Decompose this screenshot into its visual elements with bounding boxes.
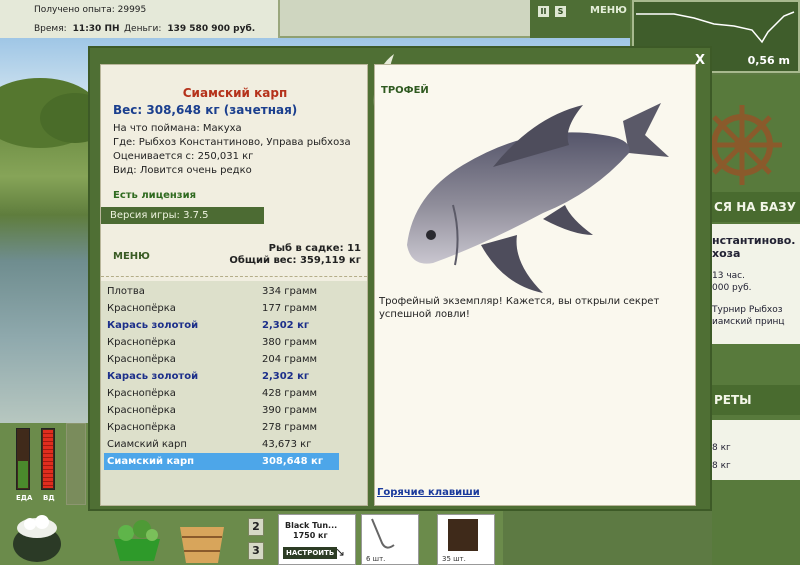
trophy-text: Трофейный экземпляр! Кажется, вы открыли… — [379, 296, 660, 320]
value-detail: Оценивается с: 250,031 кг — [113, 151, 254, 162]
catch-fish-name: Плотва — [107, 286, 145, 297]
lure-name: Black Tun... — [285, 521, 338, 530]
bucket-slot[interactable] — [172, 511, 234, 565]
right-side-panel: СЯ НА БАЗУ нстантиново. хоза 13 час. 000… — [712, 75, 800, 565]
catch-fish-name: Карась золотой — [107, 320, 199, 331]
catch-row[interactable]: Карась золотой 2,302 кг — [104, 317, 339, 334]
hook-slot[interactable]: 6 шт. — [361, 514, 419, 565]
catch-fish-weight: 2,302 кг — [262, 371, 310, 382]
catch-fish-weight: 308,648 кг — [262, 456, 324, 467]
slot-number-2[interactable]: 2 — [248, 518, 264, 536]
trophy-panel: ТРОФЕЙ Трофейный экземпляр! Кажется, вы … — [374, 64, 696, 506]
catch-fish-weight: 380 грамм — [262, 337, 318, 348]
game-controls: II S МЕНЮ — [530, 0, 630, 38]
fish-info-panel: Сиамский карп Вес: 308,648 кг (зачетная)… — [100, 64, 368, 506]
bait-icon — [448, 519, 478, 551]
time-value: 11:30 ПН — [72, 24, 120, 34]
top-status-bar: Получено опыта: 29995 Время: 11:30 ПН Ден… — [0, 0, 630, 38]
catch-row[interactable]: Краснопёрка 380 грамм — [104, 334, 339, 351]
catch-fish-name: Краснопёрка — [107, 354, 176, 365]
hook-icon — [371, 518, 395, 549]
catch-row[interactable]: Краснопёрка 177 грамм — [104, 300, 339, 317]
catch-row[interactable]: Карась золотой 2,302 кг — [104, 368, 339, 385]
cauldron-icon[interactable] — [6, 506, 68, 565]
catch-row[interactable]: Краснопёрка 204 грамм — [104, 351, 339, 368]
catch-fish-weight: 2,302 кг — [262, 320, 310, 331]
close-button[interactable]: X — [695, 53, 705, 68]
lure-weight: 1750 кг — [293, 531, 328, 540]
catch-list: Плотва 334 грамм Краснопёрка 177 грамм Карас… — [101, 281, 367, 505]
catch-fish-weight: 204 грамм — [262, 354, 318, 365]
game-version: Версия игры: 3.7.5 — [101, 207, 264, 224]
lure-card[interactable]: Black Tun... 1750 кг НАСТРОИТЬ ↘ — [278, 514, 356, 565]
player-info: Получено опыта: 29995 Время: 11:30 ПН Ден… — [0, 0, 280, 38]
catch-fish-name: Сиамский карп — [107, 439, 187, 450]
catch-dialog: X Сиамский карп Вес: 308,648 кг (зачетна… — [88, 46, 712, 511]
top-menu-button[interactable]: МЕНЮ — [590, 5, 627, 16]
cage-count: Рыб в садке: 11 — [268, 243, 361, 254]
bait-detail: На что поймана: Макуха — [113, 123, 242, 134]
cage-weight: Общий вес: 359,119 кг — [229, 255, 361, 266]
catch-fish-weight: 390 грамм — [262, 405, 318, 416]
hook-count: 6 шт. — [366, 555, 386, 563]
catch-fish-name: Сиамский карп — [107, 456, 195, 467]
fish-name: Сиамский карп — [182, 86, 288, 100]
energy-meter — [41, 428, 55, 490]
ship-wheel-icon — [712, 105, 782, 185]
catch-row[interactable]: Краснопёрка 428 грамм — [104, 385, 339, 402]
basket-slot[interactable] — [108, 511, 168, 565]
catch-fish-weight: 177 грамм — [262, 303, 318, 314]
catch-row[interactable]: Краснопёрка 278 грамм — [104, 419, 339, 436]
bait-slot[interactable]: 35 шт. — [437, 514, 495, 565]
depth-value: 0,56 m — [747, 54, 790, 67]
experience-value: 29995 — [117, 5, 147, 15]
food-meter-label: ЕДА — [16, 494, 33, 502]
sound-icon[interactable]: S — [555, 6, 566, 17]
catch-fish-weight: 428 грамм — [262, 388, 318, 399]
catch-fish-name: Краснопёрка — [107, 422, 176, 433]
catch-fish-weight: 334 грамм — [262, 286, 318, 297]
food-meter — [16, 428, 30, 490]
energy-meter-label: ВД — [43, 494, 55, 502]
catch-row[interactable]: Краснопёрка 390 грамм — [104, 402, 339, 419]
experience-label: Получено опыта: — [34, 5, 115, 15]
money-value: 139 580 900 руб. — [167, 24, 256, 34]
rarity-detail: Вид: Ловится очень редко — [113, 165, 252, 176]
vegetable-basket-icon — [114, 520, 160, 561]
cage-summary: Рыб в садке: 11 Общий вес: 359,119 кг — [229, 243, 361, 267]
catch-fish-weight: 43,673 кг — [262, 439, 312, 450]
secrets-button[interactable]: РЕТЫ — [712, 385, 800, 415]
hotkeys-link[interactable]: Горячие клавиши — [377, 487, 480, 498]
license-status: Есть лицензия — [113, 190, 197, 201]
divider — [101, 276, 367, 277]
fish-weight: Вес: 308,648 кг (зачетная) — [113, 103, 298, 117]
catch-row[interactable]: Плотва 334 грамм — [104, 283, 339, 300]
location-info: нстантиново. хоза 13 час. 000 руб. Турни… — [712, 224, 800, 344]
setup-button[interactable]: НАСТРОИТЬ — [283, 547, 338, 559]
catch-row[interactable]: Сиамский карп 43,673 кг — [104, 436, 339, 453]
catch-fish-name: Карась золотой — [107, 371, 199, 382]
catch-fish-name: Краснопёрка — [107, 337, 176, 348]
pause-icon[interactable]: II — [538, 6, 549, 17]
bait-count: 35 шт. — [442, 555, 466, 563]
money-label: Деньги: — [124, 24, 162, 34]
catch-fish-name: Краснопёрка — [107, 303, 176, 314]
catch-row[interactable]: Сиамский карп 308,648 кг — [104, 453, 339, 470]
catch-fish-weight: 278 грамм — [262, 422, 318, 433]
catch-fish-name: Краснопёрка — [107, 388, 176, 399]
fish-image — [407, 103, 669, 293]
time-label: Время: — [34, 24, 67, 34]
location-detail: Где: Рыбхоз Константиново, Управа рыбхоз… — [113, 137, 351, 148]
slot-number-3[interactable]: 3 — [248, 542, 264, 560]
return-to-base-button[interactable]: СЯ НА БАЗУ — [712, 192, 800, 222]
secrets-info: 8 кг 8 кг — [712, 420, 800, 480]
dialog-menu-button[interactable]: МЕНЮ — [113, 251, 150, 262]
bucket-icon — [180, 527, 224, 563]
catch-fish-name: Краснопёрка — [107, 405, 176, 416]
arrow-icon: ↘ — [335, 545, 346, 559]
